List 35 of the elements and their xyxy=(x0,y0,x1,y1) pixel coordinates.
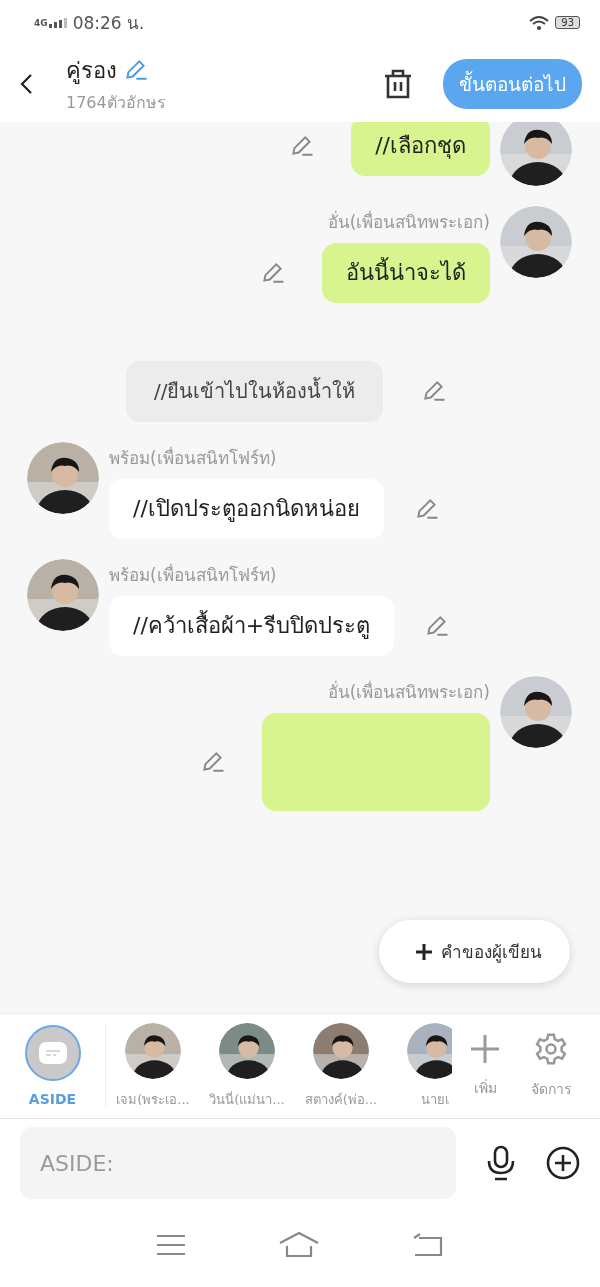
speaker-name: อั่น(เพื่อนสนิทพระเอก) xyxy=(327,679,490,704)
character-option[interactable]: ASIDE xyxy=(0,1025,106,1107)
home-icon[interactable] xyxy=(279,1232,319,1258)
add-character-button[interactable]: เพิ่ม xyxy=(452,1033,518,1099)
speaker-name: พร้อม(เพื่อนสนิทโฟร์ท) xyxy=(109,445,278,470)
settings-icon xyxy=(534,1032,568,1066)
clock-time: 08:26 น. xyxy=(72,12,145,35)
manage-button[interactable]: จัดการ xyxy=(518,1032,584,1100)
speaker-name: อั่น(เพื่อนสนิทพระเอก) xyxy=(327,209,490,234)
character-option[interactable]: นายเ xyxy=(388,1022,452,1110)
character-option[interactable]: วินนี่(แม่นา... xyxy=(200,1022,294,1110)
message-bubble[interactable]: //เลือกชุด xyxy=(351,122,490,176)
signal-indicator: 4G xyxy=(34,17,67,28)
author-note-button[interactable]: คำของผู้เขียน xyxy=(379,920,570,983)
plus-icon xyxy=(469,1033,501,1065)
edit-icon[interactable] xyxy=(123,57,149,83)
menu-icon[interactable] xyxy=(157,1234,185,1256)
microphone-icon[interactable] xyxy=(486,1145,516,1181)
character-option[interactable]: สตางค์(พ่อ... xyxy=(294,1022,388,1110)
trash-icon[interactable] xyxy=(383,67,413,100)
wifi-icon xyxy=(529,14,550,31)
message-bubble[interactable]: //เปิดประตูออกนิดหน่อย xyxy=(109,478,384,539)
battery-indicator: 93 xyxy=(555,16,580,29)
message-bubble[interactable]: อันนี้น่าจะได้ xyxy=(322,243,490,303)
message-bubble[interactable]: //คว้าเสื้อผ้า+รีบปิดประตู xyxy=(109,595,395,656)
character-option[interactable]: เจม(พระเอ... xyxy=(106,1022,200,1110)
character-count: 1764ตัวอักษร xyxy=(66,91,166,114)
speaker-name: พร้อม(เพื่อนสนิทโฟร์ท) xyxy=(109,562,278,587)
narration-bubble[interactable]: //ยืนเข้าไปในห้องน้ำให้ xyxy=(126,360,384,422)
add-icon[interactable] xyxy=(546,1146,580,1180)
story-title: คู่รอง xyxy=(66,56,117,86)
next-step-button[interactable]: ขั้นตอนต่อไป xyxy=(443,58,582,109)
message-input[interactable]: ASIDE: xyxy=(20,1127,456,1199)
plus-icon xyxy=(415,942,433,961)
message-icon xyxy=(38,1042,67,1064)
